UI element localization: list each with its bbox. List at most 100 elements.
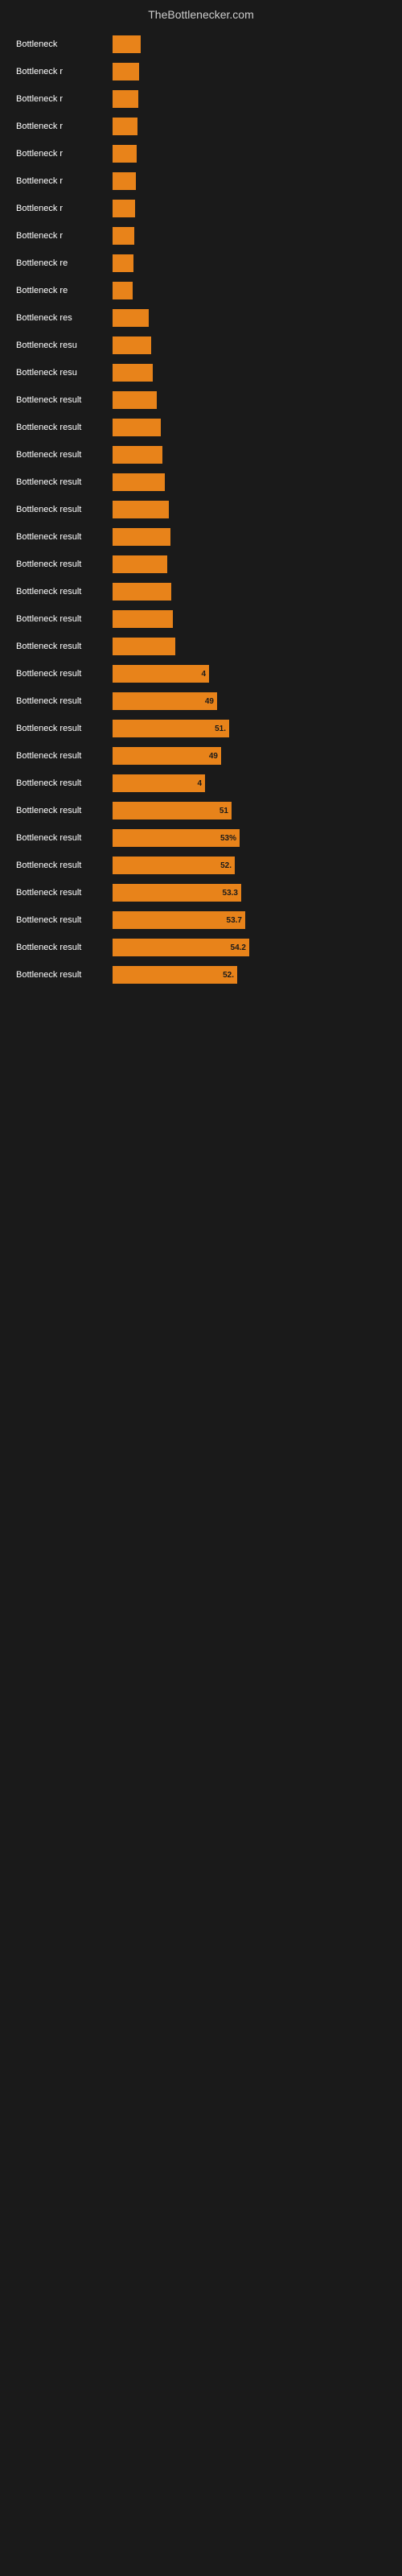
bar-row: Bottleneck result bbox=[16, 608, 386, 630]
bar bbox=[113, 364, 153, 382]
bar-wrapper: 54.2 bbox=[113, 939, 386, 956]
bar-label: Bottleneck result bbox=[16, 532, 113, 542]
bar-row: Bottleneck result53% bbox=[16, 827, 386, 849]
bar bbox=[113, 336, 151, 354]
bar-row: Bottleneck result 49 bbox=[16, 745, 386, 767]
bar-row: Bottleneck result bbox=[16, 416, 386, 439]
bar-label: Bottleneck r bbox=[16, 122, 113, 131]
bar-row: Bottleneck result49 bbox=[16, 690, 386, 712]
bar-wrapper: 4 bbox=[113, 665, 386, 683]
bar bbox=[113, 555, 167, 573]
chart-container: Bottleneck Bottleneck r Bottleneck r Bottle… bbox=[0, 25, 402, 999]
bar-wrapper bbox=[113, 336, 386, 354]
bar-wrapper bbox=[113, 90, 386, 108]
bar-wrapper: 49 bbox=[113, 692, 386, 710]
bar: 51 bbox=[113, 802, 232, 819]
bar-label: Bottleneck result bbox=[16, 614, 113, 624]
bar-value: 53.7 bbox=[227, 916, 242, 925]
bar: 49 bbox=[113, 692, 217, 710]
bar-wrapper bbox=[113, 419, 386, 436]
bar-wrapper bbox=[113, 145, 386, 163]
bar-label: Bottleneck result bbox=[16, 751, 113, 761]
bar-row: Bottleneck result bbox=[16, 635, 386, 658]
bar bbox=[113, 90, 138, 108]
bar-value: 49 bbox=[209, 752, 218, 761]
bar-wrapper: 49 bbox=[113, 747, 386, 765]
bar-wrapper: 53.3 bbox=[113, 884, 386, 902]
bar-label: Bottleneck r bbox=[16, 67, 113, 76]
bar-row: Bottleneck result51. bbox=[16, 717, 386, 740]
bar-label: Bottleneck result bbox=[16, 642, 113, 651]
bar-label: Bottleneck bbox=[16, 39, 113, 49]
bar: 54.2 bbox=[113, 939, 249, 956]
bar-wrapper: 52. bbox=[113, 966, 386, 984]
bar-wrapper bbox=[113, 501, 386, 518]
bar-wrapper bbox=[113, 583, 386, 601]
bar bbox=[113, 446, 162, 464]
bar-label: Bottleneck result bbox=[16, 778, 113, 788]
bar bbox=[113, 172, 136, 190]
bar-label: Bottleneck r bbox=[16, 231, 113, 241]
bar bbox=[113, 227, 134, 245]
bar bbox=[113, 200, 135, 217]
bar: 4 bbox=[113, 774, 205, 792]
bar-label: Bottleneck r bbox=[16, 94, 113, 104]
bar-row: Bottleneck result bbox=[16, 444, 386, 466]
bar bbox=[113, 282, 133, 299]
bar-label: Bottleneck re bbox=[16, 286, 113, 295]
bar-wrapper bbox=[113, 200, 386, 217]
bar-wrapper bbox=[113, 638, 386, 655]
bar-row: Bottleneck result4 bbox=[16, 663, 386, 685]
bar-label: Bottleneck result bbox=[16, 395, 113, 405]
bar-row: Bottleneck result52. bbox=[16, 854, 386, 877]
bar-label: Bottleneck r bbox=[16, 176, 113, 186]
bar: 51. bbox=[113, 720, 229, 737]
bar-label: Bottleneck result bbox=[16, 806, 113, 815]
bar-row: Bottleneck result bbox=[16, 471, 386, 493]
bar-row: Bottleneck r bbox=[16, 170, 386, 192]
bar-label: Bottleneck result bbox=[16, 861, 113, 870]
bar-row: Bottleneck bbox=[16, 33, 386, 56]
bar-label: Bottleneck result bbox=[16, 477, 113, 487]
bar-row: Bottleneck result 51 bbox=[16, 799, 386, 822]
bar-wrapper bbox=[113, 555, 386, 573]
bar-row: Bottleneck result bbox=[16, 580, 386, 603]
bar-row: Bottleneck result52. bbox=[16, 964, 386, 986]
bar-row: Bottleneck re bbox=[16, 252, 386, 275]
bar-value: 51 bbox=[219, 807, 228, 815]
bar bbox=[113, 254, 133, 272]
bar bbox=[113, 309, 149, 327]
bar-wrapper bbox=[113, 473, 386, 491]
bar-wrapper bbox=[113, 35, 386, 53]
bar-value: 4 bbox=[201, 670, 206, 679]
bar-wrapper bbox=[113, 364, 386, 382]
bar-row: Bottleneck r bbox=[16, 88, 386, 110]
bar-value: 4 bbox=[197, 779, 202, 788]
bar-wrapper bbox=[113, 309, 386, 327]
bar-row: Bottleneck r bbox=[16, 142, 386, 165]
bar: 52. bbox=[113, 857, 235, 874]
bar-label: Bottleneck r bbox=[16, 149, 113, 159]
bar-label: Bottleneck result bbox=[16, 724, 113, 733]
bar bbox=[113, 391, 157, 409]
bar-label: Bottleneck result bbox=[16, 888, 113, 898]
bar bbox=[113, 638, 175, 655]
bar bbox=[113, 118, 137, 135]
bar-wrapper bbox=[113, 63, 386, 80]
bar-wrapper: 51 bbox=[113, 802, 386, 819]
bar-row: Bottleneck re bbox=[16, 279, 386, 302]
bar-row: Bottleneck res bbox=[16, 307, 386, 329]
bar-row: Bottleneck result 4 bbox=[16, 772, 386, 795]
bar-wrapper: 52. bbox=[113, 857, 386, 874]
bar-row: Bottleneck result bbox=[16, 553, 386, 576]
bar-value: 53% bbox=[220, 834, 236, 843]
bar-row: Bottleneck r bbox=[16, 197, 386, 220]
bar-wrapper bbox=[113, 282, 386, 299]
bar-label: Bottleneck result bbox=[16, 915, 113, 925]
bar-row: Bottleneck r bbox=[16, 225, 386, 247]
bar-value: 52. bbox=[223, 971, 234, 980]
bar-label: Bottleneck res bbox=[16, 313, 113, 323]
bar-row: Bottleneck r bbox=[16, 60, 386, 83]
bar-label: Bottleneck result bbox=[16, 943, 113, 952]
bar-label: Bottleneck resu bbox=[16, 368, 113, 378]
